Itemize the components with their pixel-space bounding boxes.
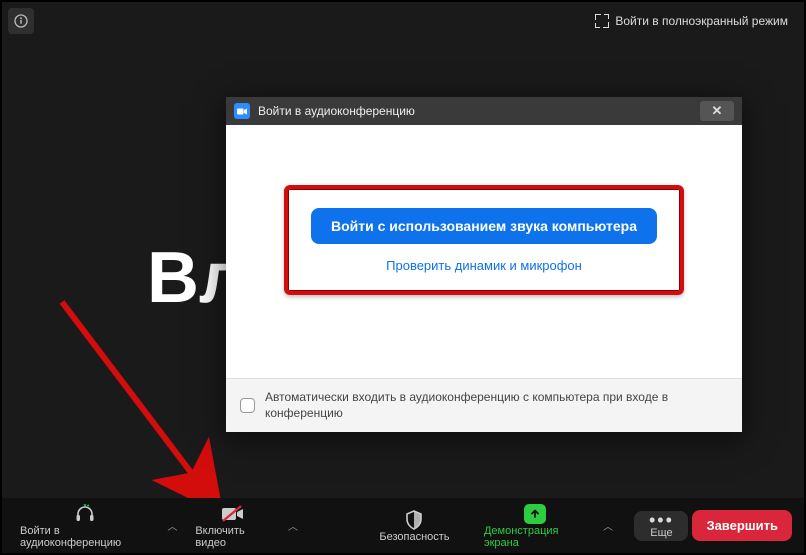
shield-icon: [405, 509, 423, 531]
chevron-up-icon: ︿: [603, 522, 613, 533]
end-meeting-button[interactable]: Завершить: [692, 510, 792, 541]
join-audio-button[interactable]: Войти в аудиоконференцию: [14, 501, 155, 551]
share-screen-icon: [524, 503, 546, 525]
fullscreen-icon: [595, 14, 609, 28]
chevron-up-icon: ︿: [288, 522, 298, 533]
video-off-icon: [221, 503, 245, 525]
close-icon: ✕: [712, 103, 723, 119]
share-menu-caret[interactable]: ︿: [595, 518, 621, 533]
start-video-label: Включить видео: [195, 525, 270, 549]
join-audio-label: Войти в аудиоконференцию: [20, 525, 149, 549]
auto-join-audio-checkbox[interactable]: [240, 398, 255, 413]
more-dots-icon: •••: [649, 513, 674, 527]
dialog-body: Войти с использованием звука компьютера …: [226, 125, 742, 378]
security-button[interactable]: Безопасность: [377, 507, 452, 545]
annotation-arrow: [42, 292, 242, 512]
fullscreen-label: Войти в полноэкранный режим: [615, 14, 788, 28]
dialog-title: Войти в аудиоконференцию: [258, 104, 415, 118]
auto-join-audio-label: Автоматически входить в аудиоконференцию…: [265, 390, 728, 421]
dialog-footer: Автоматически входить в аудиоконференцию…: [226, 378, 742, 432]
start-video-button[interactable]: Включить видео: [189, 501, 276, 551]
more-button[interactable]: ••• Еще: [634, 511, 688, 541]
dialog-close-button[interactable]: ✕: [700, 101, 734, 121]
security-label: Безопасность: [379, 531, 449, 543]
test-speaker-mic-link[interactable]: Проверить динамик и микрофон: [386, 258, 582, 273]
headphones-icon: [74, 503, 96, 525]
join-computer-audio-button[interactable]: Войти с использованием звука компьютера: [311, 208, 657, 244]
share-screen-label: Демонстрация экрана: [484, 525, 585, 549]
audio-menu-caret[interactable]: ︿: [159, 518, 185, 533]
annotation-highlight-box: Войти с использованием звука компьютера …: [284, 185, 684, 295]
zoom-app-icon: [234, 103, 250, 119]
meeting-toolbar: Войти в аудиоконференцию ︿ Включить виде…: [2, 498, 804, 553]
dialog-titlebar: Войти в аудиоконференцию ✕: [226, 97, 742, 125]
meeting-info-button[interactable]: [8, 8, 34, 34]
join-audio-dialog: Войти в аудиоконференцию ✕ Войти с испол…: [226, 97, 742, 432]
enter-fullscreen-button[interactable]: Войти в полноэкранный режим: [589, 10, 794, 32]
more-label: Еще: [650, 527, 672, 539]
share-screen-button[interactable]: Демонстрация экрана: [478, 501, 591, 551]
video-menu-caret[interactable]: ︿: [280, 518, 306, 533]
top-bar: Войти в полноэкранный режим: [2, 2, 804, 42]
chevron-up-icon: ︿: [167, 522, 177, 533]
